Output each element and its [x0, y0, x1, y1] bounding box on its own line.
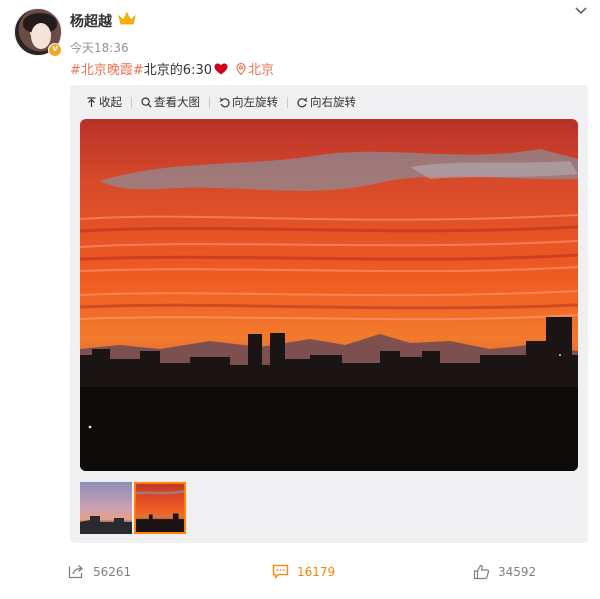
rotate-right-button[interactable]: 向右旋转 — [297, 94, 356, 110]
location-link[interactable]: 北京 — [236, 59, 274, 78]
rotate-left-label: 向左旋转 — [232, 95, 278, 109]
toolbar-divider — [209, 96, 210, 108]
rotate-left-icon — [219, 97, 230, 107]
thumbnail-2[interactable] — [134, 482, 186, 534]
like-button[interactable]: 34592 — [473, 564, 536, 580]
collapse-icon — [87, 96, 96, 107]
media-toolbar: 收起 查看大图 向左旋转 向右旋转 — [86, 94, 356, 110]
thumbnail-1[interactable] — [80, 482, 132, 534]
post-content: #北京晚霞# 北京的6:30 北京 — [70, 59, 274, 78]
crown-icon[interactable] — [118, 12, 136, 26]
collapse-label: 收起 — [99, 95, 122, 109]
chevron-down-icon[interactable] — [574, 6, 588, 16]
author-name[interactable]: 杨超越 — [70, 11, 112, 31]
like-count: 34592 — [498, 565, 537, 579]
comment-icon — [272, 564, 289, 579]
location-pin-icon — [236, 62, 246, 75]
view-large-button[interactable]: 查看大图 — [141, 94, 200, 110]
toolbar-divider — [287, 96, 288, 108]
verified-badge: v — [48, 43, 62, 57]
toolbar-divider — [131, 96, 132, 108]
action-bar: 56261 16179 34592 — [0, 564, 600, 584]
rotate-right-label: 向右旋转 — [310, 95, 356, 109]
media-panel: 收起 查看大图 向左旋转 向右旋转 — [70, 85, 588, 543]
comment-button[interactable]: 16179 — [272, 564, 335, 579]
collapse-button[interactable]: 收起 — [86, 94, 122, 110]
post-text: 北京的6:30 — [143, 63, 212, 78]
thumbs-up-icon — [473, 564, 490, 580]
comment-count: 16179 — [297, 564, 336, 579]
topic-link[interactable]: #北京晚霞# — [70, 59, 144, 78]
rotate-left-button[interactable]: 向左旋转 — [219, 94, 278, 110]
avatar-face — [31, 23, 51, 49]
location-label: 北京 — [248, 63, 275, 78]
post-time[interactable]: 今天18:36 — [70, 39, 129, 56]
rotate-right-icon — [297, 97, 308, 107]
main-photo[interactable] — [80, 119, 578, 471]
view-large-label: 查看大图 — [154, 95, 200, 109]
share-count: 56261 — [93, 564, 132, 579]
share-icon — [68, 565, 83, 579]
heart-emoji-icon — [214, 63, 228, 74]
magnifier-icon — [141, 96, 152, 108]
share-button[interactable]: 56261 — [68, 564, 131, 579]
